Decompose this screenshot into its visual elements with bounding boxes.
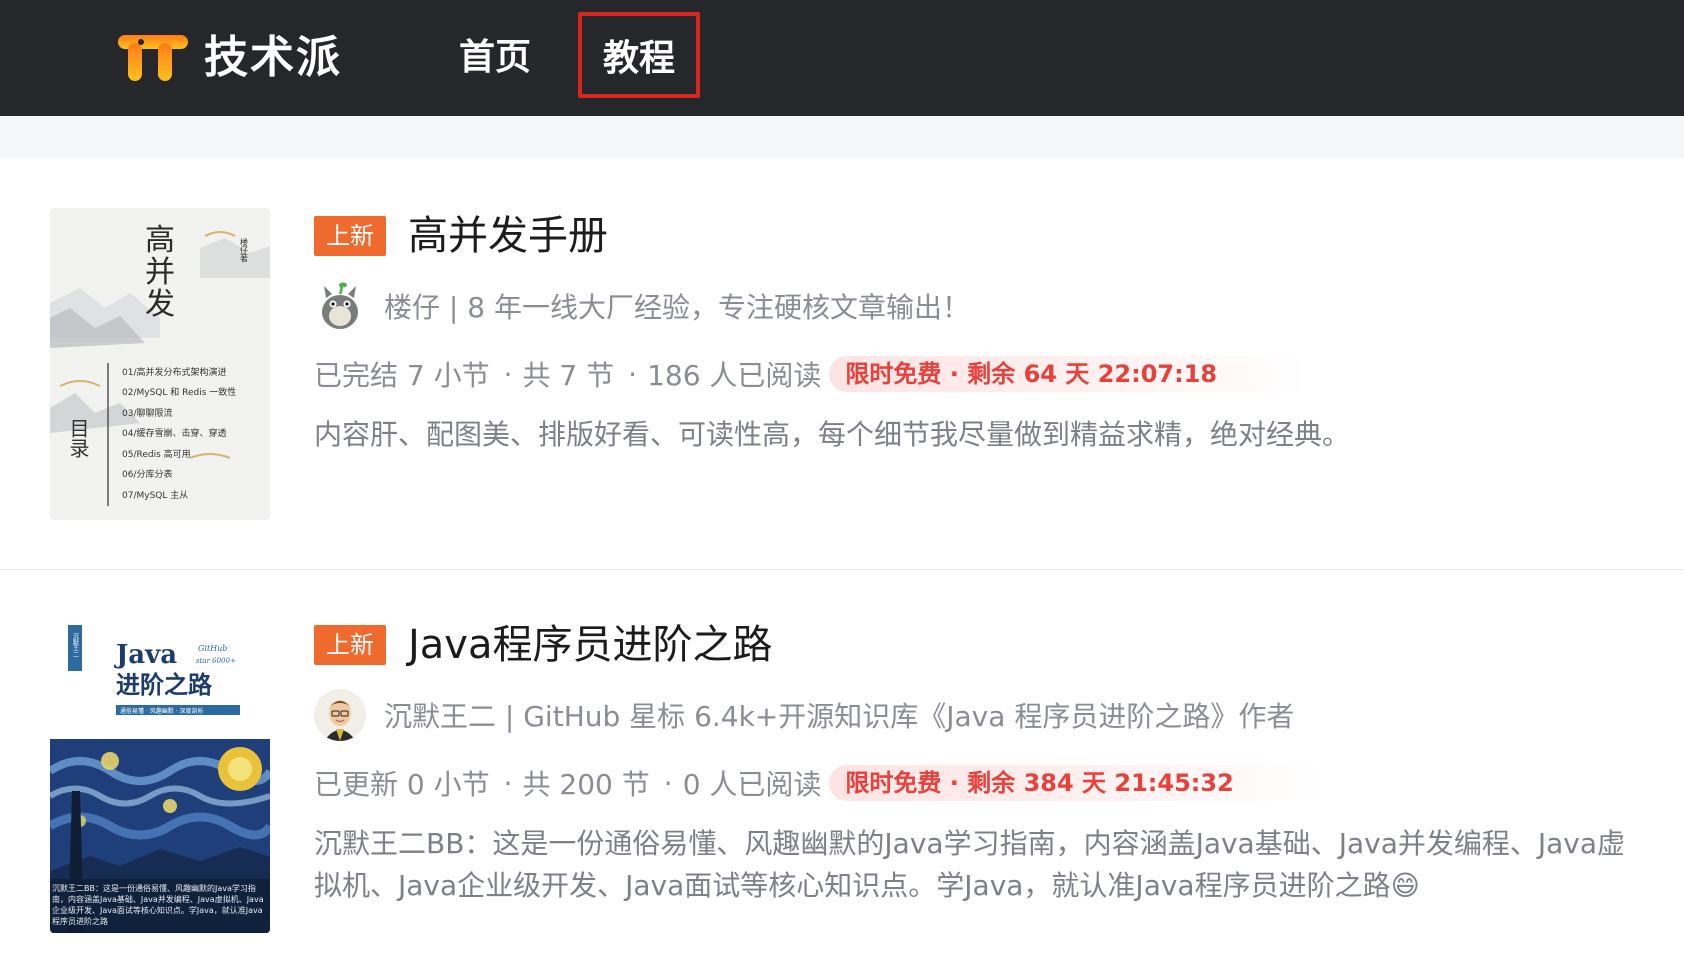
author-avatar[interactable] xyxy=(314,689,366,741)
course-info: 上新 高并发手册 楼仔 | 8 年一线大厂经验，专注硬核文章输出！ 已完结 7 … xyxy=(314,210,1654,456)
course-card[interactable]: 高 并 发 楼仔著 目录 01/高并发分布式架构演进 02/MySQL 和 Re… xyxy=(0,158,1684,570)
cover-toc-item: 07/MySQL 主从 xyxy=(122,489,188,501)
free-promo-tag: 限时免费 · 剩余 384 天 21:45:32 xyxy=(829,765,1324,801)
total-sections-stat: 共 7 节 xyxy=(522,359,615,392)
separator-dot: · xyxy=(663,766,673,800)
separator-dot: · xyxy=(503,766,513,800)
author-avatar[interactable] xyxy=(314,280,366,332)
cover-title-char: 并 xyxy=(145,255,175,290)
course-card[interactable]: 沉默王二 Java GitHub star 6000+ 进阶之路 通俗易懂 · … xyxy=(0,571,1684,966)
brand-name: 技术派 xyxy=(204,32,342,83)
course-title[interactable]: 高并发手册 xyxy=(408,210,608,262)
logo-mark-icon xyxy=(118,35,188,81)
progress-stat: 已完结 7 小节 xyxy=(314,359,490,392)
cover-toc-item: 06/分库分表 xyxy=(122,468,173,480)
cover-toc-item: 01/高并发分布式架构演进 xyxy=(122,366,227,378)
course-cover-image[interactable]: 沉默王二 Java GitHub star 6000+ 进阶之路 通俗易懂 · … xyxy=(50,621,270,933)
author-info[interactable]: 沉默王二 | GitHub 星标 6.4k+开源知识库《Java 程序员进阶之路… xyxy=(384,695,1294,735)
top-navbar: 技术派 首页 教程 xyxy=(0,0,1684,116)
cover-title-char: 高 xyxy=(145,223,175,258)
course-description: 内容肝、配图美、排版好看、可读性高，每个细节我尽量做到精益求精，绝对经典。 xyxy=(314,418,1351,451)
author-info[interactable]: 楼仔 | 8 年一线大厂经验，专注硬核文章输出！ xyxy=(384,286,970,326)
cover-stars-label: star 6000+ xyxy=(196,657,236,665)
cover-bottom-text: 沉默王二BB：这是一份通俗易懂、风趣幽默的Java学习指南，内容涵盖Java基础… xyxy=(52,884,264,926)
nav-home[interactable]: 首页 xyxy=(450,28,540,88)
readers-stat: 0 人已阅读 xyxy=(682,768,822,801)
cover-side-label: 沉默王二 xyxy=(72,632,79,657)
cover-title-line: Java xyxy=(114,640,177,670)
site-logo[interactable]: 技术派 xyxy=(118,30,342,86)
new-badge: 上新 xyxy=(314,216,386,256)
cover-toc-label: 目录 xyxy=(66,418,90,458)
cover-toc-item: 03/聊聊限流 xyxy=(122,407,173,419)
cover-github-label: GitHub xyxy=(198,644,227,653)
cover-title-char: 发 xyxy=(145,287,175,322)
course-info: 上新 Java程序员进阶之路 沉默王二 | GitHub 星标 6.4k+开源知… xyxy=(314,619,1654,907)
free-promo-tag: 限时免费 · 剩余 64 天 22:07:18 xyxy=(829,356,1308,392)
sub-header-band xyxy=(0,116,1684,158)
cover-toc-item: 02/MySQL 和 Redis 一致性 xyxy=(122,386,236,398)
course-title[interactable]: Java程序员进阶之路 xyxy=(408,619,773,671)
cover-toc-item: 05/Redis 高可用 xyxy=(122,448,191,460)
readers-stat: 186 人已阅读 xyxy=(647,359,822,392)
cover-tagline: 通俗易懂 · 风趣幽默 · 深度剖析 xyxy=(120,707,203,715)
separator-dot: · xyxy=(628,357,638,391)
total-sections-stat: 共 200 节 xyxy=(522,768,650,801)
nav-tutorial[interactable]: 教程 xyxy=(578,12,700,98)
cover-toc-item: 04/缓存雪崩、击穿、穿透 xyxy=(122,427,227,439)
cover-title-line: 进阶之路 xyxy=(116,670,213,699)
course-description: 沉默王二BB：这是一份通俗易懂、风趣幽默的Java学习指南，内容涵盖Java基础… xyxy=(314,827,1626,902)
course-cover-image[interactable]: 高 并 发 楼仔著 目录 01/高并发分布式架构演进 02/MySQL 和 Re… xyxy=(50,208,270,520)
separator-dot: · xyxy=(503,357,513,391)
cover-author: 楼仔著 xyxy=(240,237,249,263)
new-badge: 上新 xyxy=(314,625,386,665)
progress-stat: 已更新 0 小节 xyxy=(314,768,490,801)
